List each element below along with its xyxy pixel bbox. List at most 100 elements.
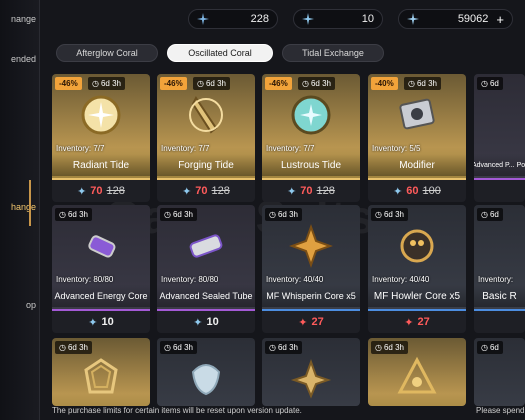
timer-text: 6d (489, 210, 499, 219)
timer-text: 6d 3h (172, 210, 194, 219)
price-value: 27 (417, 316, 430, 328)
coral-icon: ✦ (404, 316, 414, 329)
crystal-shell-icon (191, 364, 221, 396)
timer-badge: ◷ 6d (477, 208, 503, 221)
clock-icon: ◷ (59, 343, 66, 352)
currency-value: 59062 (457, 13, 489, 25)
currency-lunite[interactable]: 10 (293, 9, 383, 29)
coral-icon (407, 13, 419, 25)
price-area: ✦ 70 128 (157, 180, 255, 202)
timer-text: 6d 3h (67, 343, 89, 352)
coral-icon: ✦ (298, 316, 308, 329)
timer-badge: ◷ 6d 3h (404, 77, 442, 90)
clock-icon: ◷ (375, 343, 382, 352)
tab-afterglow-coral[interactable]: Afterglow Coral (56, 44, 158, 62)
price-value: 70 (195, 185, 208, 197)
timer-badge: ◷ 6d 3h (88, 77, 126, 90)
shop-item-row3-3[interactable]: ◷ 6d 3h (262, 338, 360, 406)
timer-badge: ◷ 6d 3h (55, 208, 93, 221)
sidebar-item-recommended[interactable]: ended (0, 54, 40, 64)
shop-item-basic-resonance[interactable]: ◷ 6d Inventory: Basic R (474, 205, 525, 333)
currency-value: 228 (250, 13, 269, 25)
left-sidebar: nange ended hange op (0, 0, 40, 420)
inventory-label: Inventory: 7/7 (161, 144, 210, 153)
tab-oscillated-coral[interactable]: Oscillated Coral (167, 44, 273, 62)
shop-item-row3-5[interactable]: ◷ 6d (474, 338, 525, 406)
coral-icon: ✦ (182, 185, 192, 198)
clock-icon: ◷ (59, 210, 66, 219)
inventory-label: Inventory: 5/5 (372, 144, 421, 153)
discount-badge: -40% (371, 77, 398, 90)
price-area: ✦ 70 128 (52, 180, 150, 202)
clock-icon: ◷ (197, 79, 204, 88)
price-area: ✦ 70 128 (262, 180, 360, 202)
rarity-bar (474, 178, 525, 180)
clock-icon: ◷ (269, 210, 276, 219)
price-value: 10 (101, 316, 114, 328)
shop-item-radiant-tide[interactable]: -46% ◷ 6d 3h Inventory: 7/7 Radiant Tide … (52, 74, 150, 202)
timer-text: 6d 3h (310, 79, 332, 88)
add-currency-button[interactable]: + (496, 12, 504, 27)
timer-text: 6d 3h (100, 79, 122, 88)
clock-icon: ◷ (375, 210, 382, 219)
astrite-icon (197, 13, 209, 25)
shop-item-forging-tide[interactable]: -46% ◷ 6d 3h Inventory: 7/7 Forging Tide … (157, 74, 255, 202)
item-name: Advanced Sealed Tube (157, 285, 255, 307)
sidebar-item-shop[interactable]: op (0, 300, 40, 310)
clock-icon: ◷ (164, 343, 171, 352)
price-area: ✦ 27 (262, 311, 360, 333)
currency-coral[interactable]: 59062 + (398, 9, 513, 29)
timer-badge: ◷ 6d 3h (160, 208, 198, 221)
timer-text: 6d 3h (172, 343, 194, 352)
sidebar-active-indicator (29, 180, 31, 226)
timer-badge: ◷ 6d 3h (55, 341, 93, 354)
lunite-icon (302, 13, 314, 25)
shop-item-lustrous-tide[interactable]: -46% ◷ 6d 3h Inventory: 7/7 Lustrous Tide… (262, 74, 360, 202)
item-name: Advanced Energy Core (52, 285, 150, 307)
inventory-label: Inventory: 7/7 (266, 144, 315, 153)
timer-text: 6d 3h (383, 343, 405, 352)
energy-core-icon (88, 235, 116, 258)
item-name: Lustrous Tide (262, 154, 360, 176)
sidebar-item-exchange[interactable]: nange (0, 14, 40, 24)
inventory-label: Inventory: 80/80 (56, 275, 114, 284)
price-value: 27 (311, 316, 324, 328)
shop-item-mf-whisperin-core[interactable]: ◷ 6d 3h Inventory: 40/40 MF Whisperin Cor… (262, 205, 360, 333)
shop-item-row3-2[interactable]: ◷ 6d 3h (157, 338, 255, 406)
shop-item-row3-4[interactable]: ◷ 6d 3h (368, 338, 466, 406)
shop-item-modifier[interactable]: -40% ◷ 6d 3h Inventory: 5/5 Modifier ✦ 60… (368, 74, 466, 202)
discount-badge: -46% (55, 77, 82, 90)
clock-icon: ◷ (481, 343, 488, 352)
timer-badge: ◷ 6d 3h (371, 341, 409, 354)
tab-tidal-exchange[interactable]: Tidal Exchange (282, 44, 384, 62)
rarity-bar (474, 309, 525, 311)
timer-badge: ◷ 6d 3h (371, 208, 409, 221)
shell-frame-icon (84, 358, 118, 394)
sealed-tube-icon (189, 234, 223, 258)
item-name: Radiant Tide (52, 154, 150, 176)
timer-text: 6d 3h (277, 343, 299, 352)
shop-item-advanced-energy-core[interactable]: ◷ 6d 3h Inventory: 80/80 Advanced Energy … (52, 205, 150, 333)
sidebar-item-coral-exchange[interactable]: hange (0, 202, 40, 212)
inventory-label: Inventory: 7/7 (56, 144, 105, 153)
inventory-label: Inventory: 40/40 (266, 275, 324, 284)
clock-icon: ◷ (481, 210, 488, 219)
timer-text: 6d 3h (277, 210, 299, 219)
lustrous-tide-icon (291, 95, 331, 135)
currency-astrite[interactable]: 228 (188, 9, 278, 29)
price-value: 10 (206, 316, 219, 328)
timer-text: 6d (489, 79, 499, 88)
item-name: Modifier (368, 154, 466, 176)
price-original: 100 (422, 185, 441, 197)
shop-item-advanced-sealed-tube[interactable]: ◷ 6d 3h Inventory: 80/80 Advanced Sealed … (157, 205, 255, 333)
footer-right-note: Please spend (476, 406, 525, 415)
shop-item-mf-howler-core[interactable]: ◷ 6d 3h Inventory: 40/40 MF Howler Core x… (368, 205, 466, 333)
price-value: 70 (300, 185, 313, 197)
purchase-limit-note: The purchase limits for certain items wi… (52, 406, 302, 415)
price-value: 70 (90, 185, 103, 197)
shop-item-row3-1[interactable]: ◷ 6d 3h (52, 338, 150, 406)
radiant-tide-icon (81, 95, 121, 135)
coral-icon: ✦ (193, 316, 203, 329)
price-original: 128 (106, 185, 125, 197)
shop-item-advanced-potion[interactable]: ◷ 6d Advanced P... Pot (474, 74, 525, 202)
